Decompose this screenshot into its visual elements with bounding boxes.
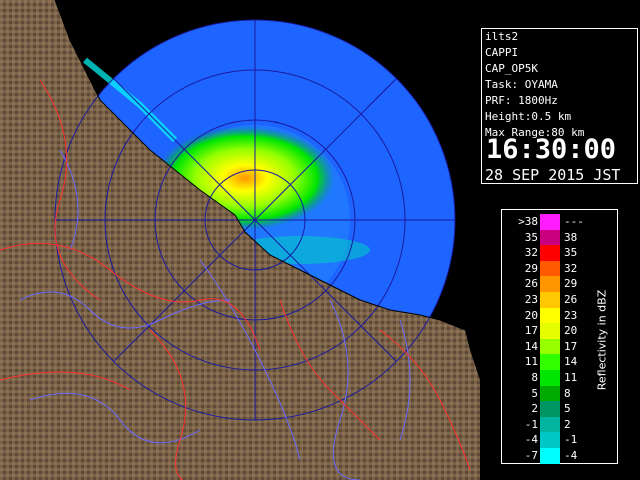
- legend-low-value: 35: [524, 230, 538, 244]
- legend-low-value: 5: [531, 386, 538, 400]
- legend-low-value: 26: [524, 277, 538, 291]
- legend-row: 8 11: [502, 370, 582, 386]
- legend-low-value: 20: [524, 308, 538, 322]
- info-box: ilts2 CAPPI CAP_OP5K Task: OYAMA PRF: 18…: [481, 28, 638, 184]
- legend-low-value: 29: [524, 261, 538, 275]
- legend-row: 26 29: [502, 276, 582, 293]
- legend-high-value: 38: [564, 230, 578, 244]
- legend-swatch: [540, 260, 560, 277]
- radar-map-svg: [0, 0, 480, 480]
- legend-high-value: 14: [564, 355, 578, 369]
- legend-row: -4 -1: [502, 432, 582, 449]
- info-station: ilts2: [485, 30, 519, 43]
- legend-row: 32 35: [502, 245, 582, 262]
- legend-low-value: 32: [524, 246, 538, 260]
- legend-high-value: -4: [564, 449, 578, 462]
- legend-high-value: 2: [564, 417, 571, 431]
- legend-swatch: [540, 245, 560, 262]
- legend-swatch: [540, 432, 560, 449]
- range-rings: [54, 19, 456, 421]
- legend-swatch: [540, 307, 560, 324]
- legend-row: 25: [502, 401, 582, 418]
- legend-low-value: 17: [524, 324, 538, 338]
- legend-swatch: [540, 229, 560, 246]
- legend-high-value: 35: [564, 246, 578, 260]
- legend-low-value: -7: [524, 449, 538, 462]
- legend-low-value: 11: [524, 355, 538, 369]
- legend-swatch: [540, 338, 560, 355]
- legend-low-value: 14: [524, 339, 538, 353]
- radar-map: [0, 0, 480, 480]
- legend-row: 11 14: [502, 354, 582, 371]
- legend-low-value: 2: [531, 402, 538, 416]
- legend-high-value: 8: [564, 386, 571, 400]
- info-prf: PRF: 1800Hz: [485, 94, 558, 107]
- legend-high-value: 29: [564, 277, 578, 291]
- legend-row: 20 23: [502, 307, 582, 324]
- observation-date: 28 SEP 2015 JST: [485, 166, 621, 184]
- legend-high-value: -1: [564, 433, 578, 447]
- info-mode: CAP_OP5K: [485, 62, 538, 75]
- legend-row: 29 32: [502, 260, 582, 277]
- legend-swatch: [540, 401, 560, 418]
- info-product: CAPPI: [485, 46, 519, 59]
- info-task: Task: OYAMA: [485, 78, 558, 91]
- legend-row: 17 20: [502, 323, 582, 340]
- legend-swatch: [540, 448, 560, 464]
- legend-row: 23 26: [502, 292, 582, 308]
- legend-high-value: 20: [564, 324, 578, 338]
- legend-swatch: [540, 416, 560, 433]
- legend-swatch: [540, 370, 560, 386]
- legend-swatch: [540, 292, 560, 308]
- observation-time: 16:30:00: [486, 134, 617, 165]
- legend-title: Reflectivity in dBZ: [592, 270, 612, 410]
- legend-row: 58: [502, 385, 582, 402]
- legend-high-value: 32: [564, 261, 578, 275]
- info-height: Height:0.5 km: [485, 110, 572, 123]
- legend-swatch: [540, 214, 560, 230]
- legend-low-value: >38: [518, 215, 538, 228]
- legend-swatch: [540, 323, 560, 340]
- side-panel: ilts2 CAPPI CAP_OP5K Task: OYAMA PRF: 18…: [480, 0, 640, 480]
- legend-title-text: Reflectivity in dBZ: [595, 289, 609, 391]
- legend-swatch: [540, 385, 560, 402]
- legend-low-value: 8: [531, 371, 538, 384]
- legend-row: -1 2: [502, 416, 582, 433]
- legend-high-value: ---: [564, 215, 584, 228]
- legend-high-value: 23: [564, 308, 578, 322]
- legend-low-value: -4: [524, 433, 538, 447]
- color-legend: >38 --- 35 38 32 35 29 32 26 29 23 26 20 23 17 20 14 17 11…: [501, 209, 618, 464]
- legend-swatch: [540, 276, 560, 293]
- legend-high-value: 26: [564, 293, 578, 306]
- legend-high-value: 5: [564, 402, 571, 416]
- legend-low-value: -1: [524, 417, 538, 431]
- legend-row: 14 17: [502, 338, 582, 355]
- legend-row: -7 -4: [502, 448, 582, 464]
- legend-swatch: [540, 354, 560, 371]
- legend-row: 35 38: [502, 229, 582, 246]
- legend-row: >38 ---: [502, 214, 584, 230]
- legend-low-value: 23: [524, 293, 538, 306]
- legend-high-value: 11: [564, 371, 578, 384]
- legend-high-value: 17: [564, 339, 578, 353]
